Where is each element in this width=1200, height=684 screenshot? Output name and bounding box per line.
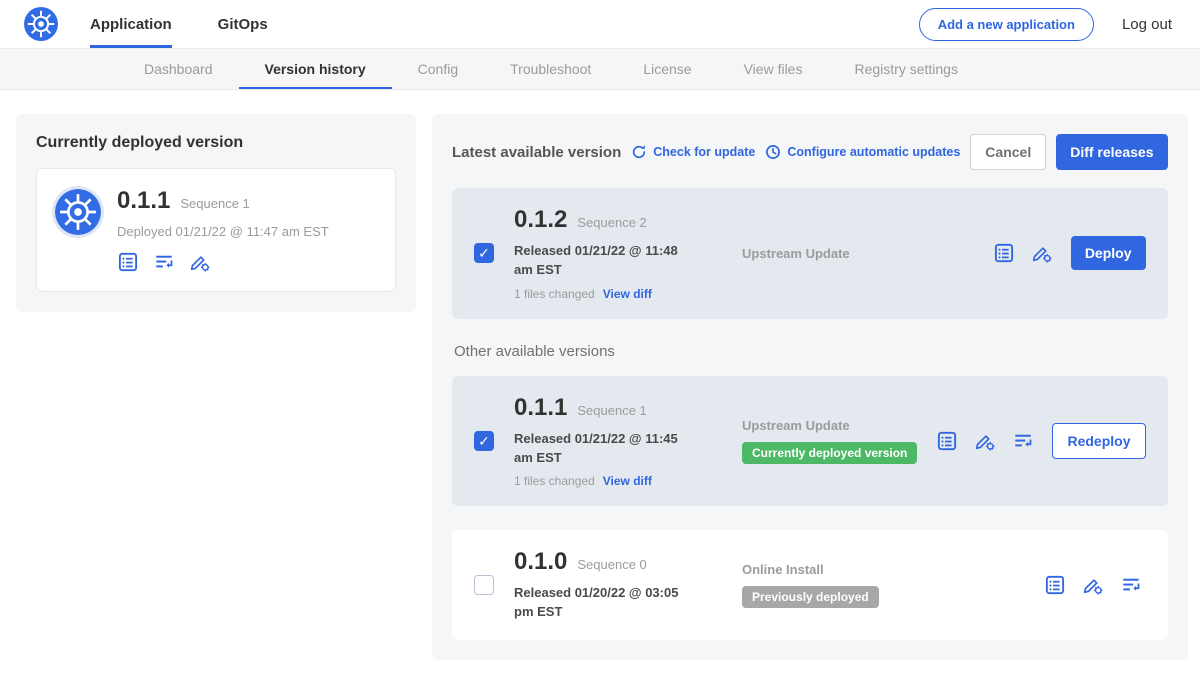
app-subnav: Dashboard Version history Config Trouble… [0, 49, 1200, 90]
add-new-application-button[interactable]: Add a new application [919, 8, 1094, 41]
deploy-button[interactable]: Deploy [1071, 236, 1146, 270]
version-source: Online Install [742, 562, 1044, 577]
version-source: Upstream Update [742, 246, 993, 261]
files-changed-label: 1 files changed [514, 287, 595, 301]
version-number: 0.1.0 [514, 548, 567, 576]
version-checkbox[interactable] [474, 431, 494, 451]
subnav-registry-settings[interactable]: Registry settings [828, 49, 983, 89]
logs-icon[interactable] [1012, 430, 1034, 452]
currently-deployed-title: Currently deployed version [36, 134, 396, 152]
version-row-0-1-0: 0.1.0 Sequence 0 Released 01/20/22 @ 03:… [452, 530, 1168, 640]
deployed-timestamp: Deployed 01/21/22 @ 11:47 am EST [117, 224, 329, 239]
configure-auto-updates-label: Configure automatic updates [787, 145, 960, 159]
top-tabs: Application GitOps [90, 0, 314, 48]
logout-link[interactable]: Log out [1122, 16, 1172, 33]
version-source: Upstream Update [742, 418, 936, 433]
version-checkbox[interactable] [474, 575, 494, 595]
view-diff-link[interactable]: View diff [603, 287, 652, 301]
header-right: Add a new application Log out [919, 0, 1172, 48]
app-logo-wrap [24, 0, 58, 48]
kubernetes-logo [55, 189, 101, 235]
deployed-version-number: 0.1.1 [117, 187, 170, 215]
schedule-icon [765, 144, 781, 160]
version-number: 0.1.1 [514, 394, 567, 422]
subnav-license[interactable]: License [617, 49, 717, 89]
latest-version-title: Latest available version [452, 144, 621, 161]
kubernetes-logo [24, 7, 58, 41]
version-released: Released 01/20/22 @ 03:05 pm EST [514, 584, 697, 622]
release-notes-icon[interactable] [936, 430, 958, 452]
edit-config-icon[interactable] [974, 430, 996, 452]
tab-gitops[interactable]: GitOps [218, 0, 268, 48]
check-for-update-link[interactable]: Check for update [631, 144, 755, 160]
edit-config-icon[interactable] [1082, 574, 1104, 596]
check-for-update-label: Check for update [653, 145, 755, 159]
deployed-version-sequence: Sequence 1 [180, 196, 249, 211]
edit-config-icon[interactable] [1031, 242, 1053, 264]
view-diff-link[interactable]: View diff [603, 474, 652, 488]
release-notes-icon[interactable] [117, 251, 139, 273]
tab-application[interactable]: Application [90, 0, 172, 48]
subnav-view-files[interactable]: View files [718, 49, 829, 89]
currently-deployed-panel: Currently deployed version 0.1.1 Sequenc… [16, 114, 416, 312]
subnav-config[interactable]: Config [392, 49, 484, 89]
version-sequence: Sequence 0 [577, 557, 646, 572]
logs-icon[interactable] [1120, 574, 1142, 596]
release-notes-icon[interactable] [993, 242, 1015, 264]
other-versions-title: Other available versions [454, 343, 1166, 360]
top-header: Application GitOps Add a new application… [0, 0, 1200, 49]
cancel-button[interactable]: Cancel [970, 134, 1046, 170]
redeploy-button[interactable]: Redeploy [1052, 423, 1145, 459]
version-sequence: Sequence 2 [577, 215, 646, 230]
subnav-version-history[interactable]: Version history [239, 49, 392, 89]
subnav-dashboard[interactable]: Dashboard [118, 49, 239, 89]
release-notes-icon[interactable] [1044, 574, 1066, 596]
main-content: Currently deployed version 0.1.1 Sequenc… [0, 90, 1200, 684]
diff-releases-button[interactable]: Diff releases [1056, 134, 1167, 170]
deployed-version-card: 0.1.1 Sequence 1 Deployed 01/21/22 @ 11:… [36, 168, 396, 292]
configure-auto-updates-link[interactable]: Configure automatic updates [765, 144, 960, 160]
refresh-icon [631, 144, 647, 160]
version-row-0-1-1: 0.1.1 Sequence 1 Released 01/21/22 @ 11:… [452, 376, 1168, 507]
version-checkbox[interactable] [474, 243, 494, 263]
currently-deployed-badge: Currently deployed version [742, 442, 917, 464]
version-row-0-1-2: 0.1.2 Sequence 2 Released 01/21/22 @ 11:… [452, 188, 1168, 319]
latest-version-header: Latest available version Check for updat… [452, 134, 1168, 170]
version-number: 0.1.2 [514, 206, 567, 234]
edit-config-icon[interactable] [189, 251, 211, 273]
version-released: Released 01/21/22 @ 11:45 am EST [514, 430, 697, 468]
previously-deployed-badge: Previously deployed [742, 586, 879, 608]
files-changed-label: 1 files changed [514, 474, 595, 488]
latest-version-panel: Latest available version Check for updat… [432, 114, 1188, 660]
subnav-troubleshoot[interactable]: Troubleshoot [484, 49, 617, 89]
version-sequence: Sequence 1 [577, 403, 646, 418]
version-released: Released 01/21/22 @ 11:48 am EST [514, 242, 697, 280]
logs-icon[interactable] [153, 251, 175, 273]
